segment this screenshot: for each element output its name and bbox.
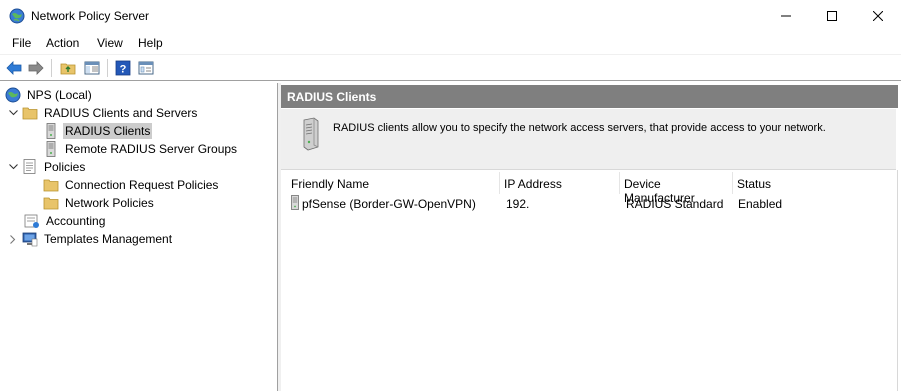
tree-label: RADIUS Clients (63, 123, 153, 139)
properties-button[interactable] (137, 59, 155, 77)
templates-monitor-icon (22, 231, 38, 247)
minimize-button[interactable] (763, 0, 809, 32)
minimize-icon (781, 15, 791, 17)
list-header: Friendly Name IP Address Device Manufact… (287, 172, 896, 205)
help-button[interactable]: ? (114, 59, 132, 77)
tree-node-connection-request-policies[interactable]: Connection Request Policies (43, 176, 220, 194)
tree-node-radius-clients-servers[interactable]: RADIUS Clients and Servers (7, 104, 199, 122)
properties-icon (138, 61, 154, 75)
folder-icon (43, 195, 59, 211)
cell-friendly-name: pfSense (Border-GW-OpenVPN) (302, 197, 476, 211)
column-header-friendly-name[interactable]: Friendly Name (287, 172, 500, 194)
cell-status: Enabled (738, 197, 783, 211)
policy-document-icon (22, 159, 38, 175)
tree-node-templates-management[interactable]: Templates Management (7, 230, 174, 248)
tree-label: Network Policies (65, 196, 154, 210)
tree-node-accounting[interactable]: Accounting (24, 212, 107, 230)
menu-view[interactable]: View (96, 36, 124, 50)
tree-label: NPS (Local) (27, 88, 92, 102)
tree-label: Accounting (46, 214, 106, 228)
tree-node-radius-clients[interactable]: RADIUS Clients (43, 122, 153, 140)
back-button[interactable] (5, 59, 23, 77)
toolbar-separator (51, 59, 52, 77)
console-tree: NPS (Local) RADIUS Clients and Servers R… (0, 83, 278, 391)
back-arrow-icon (6, 61, 22, 75)
column-header-ip-address[interactable]: IP Address (500, 172, 620, 194)
results-pane: RADIUS Clients RADIUS clients allow you … (281, 83, 901, 391)
svg-text:?: ? (120, 64, 127, 76)
tree-label: Templates Management (44, 232, 173, 246)
up-one-level-button[interactable] (59, 59, 77, 77)
description-panel: RADIUS clients allow you to specify the … (281, 109, 896, 170)
column-header-device-manufacturer[interactable]: Device Manufacturer (620, 172, 733, 205)
chevron-right-icon[interactable] (7, 230, 19, 248)
radius-clients-list: Friendly Name IP Address Device Manufact… (287, 170, 896, 391)
menu-action[interactable]: Action (45, 36, 80, 50)
accounting-icon (24, 213, 40, 229)
tree-label: RADIUS Clients and Servers (44, 106, 198, 120)
menu-bar: File Action View Help (0, 32, 901, 54)
nps-globe-icon (5, 87, 21, 103)
server-icon (291, 195, 299, 213)
menu-file[interactable]: File (11, 36, 32, 50)
maximize-button[interactable] (809, 0, 855, 32)
tree-label: Connection Request Policies (65, 178, 219, 192)
forward-arrow-icon (28, 61, 44, 75)
server-icon (43, 123, 59, 139)
chevron-down-icon[interactable] (7, 158, 19, 176)
pane-header: RADIUS Clients (281, 85, 898, 108)
menu-help[interactable]: Help (137, 36, 164, 50)
forward-button[interactable] (27, 59, 45, 77)
tree-label: Remote RADIUS Server Groups (65, 142, 238, 156)
folder-icon (43, 177, 59, 193)
tree-node-policies[interactable]: Policies (7, 158, 87, 176)
show-hide-tree-icon (84, 61, 100, 75)
description-text: RADIUS clients allow you to specify the … (333, 122, 826, 134)
chevron-down-icon[interactable] (7, 104, 19, 122)
toolbar-separator (107, 59, 108, 77)
toolbar: ? (0, 54, 901, 81)
server-icon (43, 141, 59, 157)
title-bar: Network Policy Server (0, 0, 901, 32)
table-row[interactable]: pfSense (Border-GW-OpenVPN) 192. RADIUS … (287, 194, 896, 212)
column-header-status[interactable]: Status (733, 172, 896, 194)
window-title: Network Policy Server (31, 9, 150, 23)
nps-globe-icon (9, 8, 25, 24)
radius-server-icon (300, 117, 320, 151)
folder-up-icon (60, 63, 76, 75)
folder-icon (22, 105, 38, 121)
tree-label: Policies (44, 160, 86, 174)
tree-node-network-policies[interactable]: Network Policies (43, 194, 156, 212)
help-icon: ? (115, 60, 131, 76)
show-hide-tree-button[interactable] (83, 59, 101, 77)
close-button[interactable] (855, 0, 901, 32)
cell-device-manufacturer: RADIUS Standard (626, 197, 724, 211)
list-border (897, 170, 898, 391)
tree-node-nps-local[interactable]: NPS (Local) (5, 86, 94, 104)
cell-ip-address: 192. (506, 197, 530, 211)
close-icon (873, 11, 883, 21)
maximize-icon (827, 11, 837, 21)
nps-window: Network Policy Server File Action View H… (0, 0, 901, 391)
tree-node-remote-radius-groups[interactable]: Remote RADIUS Server Groups (43, 140, 239, 158)
